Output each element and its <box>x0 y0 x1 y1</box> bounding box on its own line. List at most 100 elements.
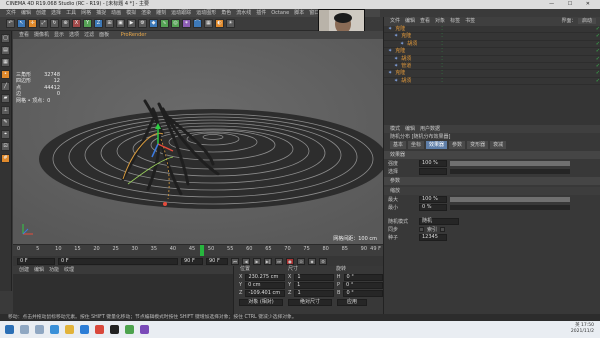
menu-item[interactable]: 运动跟踪 <box>171 10 191 16</box>
system-tray[interactable]: 英 17:50 2021/11/2 <box>571 323 594 335</box>
points-mode-icon[interactable]: • <box>1 70 10 79</box>
object-menu-item[interactable]: 对象 <box>435 18 445 24</box>
param-slider[interactable] <box>450 160 570 166</box>
tag-check-icon[interactable]: ✓ <box>596 48 600 54</box>
sync-checkbox[interactable] <box>419 227 424 232</box>
material-manager-area[interactable] <box>13 274 233 314</box>
visibility-dots[interactable]: ⁚ <box>441 56 443 62</box>
material-menu-item[interactable]: 功能 <box>49 267 59 273</box>
seed-field[interactable]: 12345 <box>419 233 447 241</box>
visibility-dots[interactable]: ⁚ <box>441 48 443 54</box>
attribute-tab[interactable]: 效果器 <box>426 141 448 149</box>
axis-mode-icon[interactable]: ⊥ <box>1 106 10 115</box>
menu-item[interactable]: 雕刻 <box>156 10 166 16</box>
deformer-icon[interactable]: ⌒ <box>193 19 202 28</box>
attribute-menu-item[interactable]: 用户数据 <box>420 126 440 132</box>
attribute-tab[interactable]: 基本 <box>390 141 407 149</box>
menu-item[interactable]: 模拟 <box>126 10 136 16</box>
timeline-settings-icon[interactable]: ⚙ <box>319 257 327 265</box>
select-arrow-icon[interactable]: ↖ <box>17 19 26 28</box>
visibility-dots[interactable]: ⁚ <box>441 63 443 69</box>
menu-item[interactable]: 渲染 <box>141 10 151 16</box>
menu-item[interactable]: 动画 <box>111 10 121 16</box>
autokey-icon[interactable]: ⊙ <box>297 257 305 265</box>
viewport-menu-item[interactable]: 选项 <box>69 32 79 38</box>
apply-button[interactable]: 应用 <box>337 299 367 306</box>
3d-viewport[interactable]: 三角形 32748 四边形 12 点 44412 边 0 网格 • 顶点：0 网格间距：100 … <box>13 39 383 244</box>
lock-icon[interactable]: ⊡ <box>1 142 10 151</box>
object-menu-item[interactable]: 查看 <box>420 18 430 24</box>
object-menu-item[interactable]: 文件 <box>390 18 400 24</box>
next-frame-icon[interactable]: ▶| <box>264 257 272 265</box>
go-end-icon[interactable]: ⏭ <box>275 257 283 265</box>
object-menu-item[interactable]: 标签 <box>450 18 460 24</box>
attribute-tab[interactable]: 衰减 <box>490 141 507 149</box>
menu-item[interactable]: Octane <box>271 10 289 16</box>
edges-mode-icon[interactable]: ╱ <box>1 82 10 91</box>
end-frame-field[interactable]: 90 F <box>181 257 203 265</box>
attribute-menu-item[interactable]: 编辑 <box>405 126 415 132</box>
position-field[interactable]: 0 cm <box>245 281 286 289</box>
task-view-icon[interactable] <box>35 325 44 334</box>
z-axis-icon[interactable]: Z <box>94 19 103 28</box>
object-row[interactable]: ✶ 克隆 ⁚ ✓ <box>384 48 600 56</box>
viewport-menu-item[interactable]: 过滤 <box>84 32 94 38</box>
attribute-tab[interactable]: 坐标 <box>408 141 425 149</box>
menu-item[interactable]: 流水线 <box>236 10 251 16</box>
object-row[interactable]: ✶ 管道 ⁚ ✓ <box>384 63 600 71</box>
render-settings-icon[interactable]: ⚙ <box>138 19 147 28</box>
scene-icon[interactable]: ▦ <box>204 19 213 28</box>
menu-item[interactable]: 插件 <box>256 10 266 16</box>
coord-mode-select[interactable]: 对象 (相对) <box>239 299 283 306</box>
texture-mode-icon[interactable]: ▤ <box>1 46 10 55</box>
undo-icon[interactable]: ↶ <box>6 19 15 28</box>
viewport-menu-item[interactable]: 显示 <box>54 32 64 38</box>
visibility-dots[interactable]: ⁚ <box>441 26 443 32</box>
mograph-icon[interactable]: ✶ <box>182 19 191 28</box>
play-icon[interactable]: ▶ <box>253 257 261 265</box>
rotation-field[interactable]: 0 ° <box>343 273 383 281</box>
material-menu-item[interactable]: 编辑 <box>34 267 44 273</box>
keyframe-icon[interactable]: ◆ <box>308 257 316 265</box>
nurbs-icon[interactable]: ◎ <box>171 19 180 28</box>
app-green-icon[interactable] <box>125 325 134 334</box>
search-icon[interactable] <box>20 325 29 334</box>
position-field[interactable]: -109.401 cm <box>245 289 285 297</box>
spline-icon[interactable]: ∿ <box>160 19 169 28</box>
param-value-field[interactable]: 0 % <box>419 203 447 211</box>
menu-item[interactable]: 角色 <box>221 10 231 16</box>
visibility-dots[interactable]: ⁚ <box>441 70 443 76</box>
scale-icon[interactable]: ⤢ <box>39 19 48 28</box>
material-menu-item[interactable]: 纹理 <box>64 267 74 273</box>
polygons-mode-icon[interactable]: ▰ <box>1 94 10 103</box>
object-row[interactable]: ✶ 胡须 ⁚ ✓ <box>384 56 600 63</box>
scale-section[interactable]: 缩放 <box>384 187 600 195</box>
material-menu-item[interactable]: 创建 <box>19 267 29 273</box>
tag-check-icon[interactable]: ✓ <box>596 41 600 47</box>
attribute-tab[interactable]: 变形器 <box>467 141 489 149</box>
menu-item[interactable]: 脚本 <box>294 10 304 16</box>
workplane-icon[interactable]: ▦ <box>1 58 10 67</box>
object-row[interactable]: ✶ 克隆 ⁚ ✓ <box>384 33 600 41</box>
visibility-dots[interactable]: ⁚ <box>441 78 443 84</box>
effector-section[interactable]: 效果器 <box>384 151 600 159</box>
viewport-menu-item[interactable]: 查看 <box>19 32 29 38</box>
tag-check-icon[interactable]: ✓ <box>596 56 600 62</box>
position-field[interactable]: 230.275 cm <box>245 273 285 281</box>
rotate-icon[interactable]: ↻ <box>50 19 59 28</box>
menu-item[interactable]: 捕捉 <box>96 10 106 16</box>
grid-icon[interactable]: # <box>1 154 10 163</box>
params-section[interactable]: 参数 <box>384 177 600 185</box>
menu-item[interactable]: 选择 <box>51 10 61 16</box>
render-picture-icon[interactable]: ▶ <box>127 19 136 28</box>
model-mode-icon[interactable]: ▢ <box>1 34 10 43</box>
store-icon[interactable] <box>80 325 89 334</box>
menu-item[interactable]: 编辑 <box>21 10 31 16</box>
viewport-prorender-tab[interactable]: ProRender <box>121 32 147 38</box>
tag-check-icon[interactable]: ✓ <box>596 70 600 76</box>
visibility-dots[interactable]: ⁚ <box>441 33 443 39</box>
recent-tool-icon[interactable]: ⊕ <box>61 19 70 28</box>
viewport-menu-items[interactable]: 查看 摄像机 显示 选项 过滤 面板 <box>19 32 114 38</box>
explorer-icon[interactable] <box>65 325 74 334</box>
object-row[interactable]: ✶ 胡须 ⁚ ✓ <box>384 41 600 49</box>
